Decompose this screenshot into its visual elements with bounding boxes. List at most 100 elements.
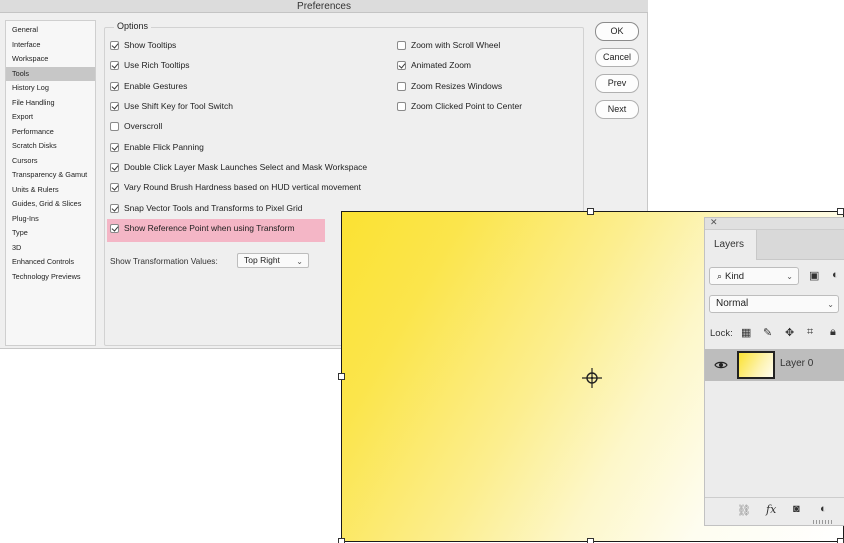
- option-vary-round-brush-hardness[interactable]: Vary Round Brush Hardness based on HUD v…: [110, 180, 361, 194]
- nav-item-tools[interactable]: Tools: [6, 66, 95, 81]
- checkbox-unchecked-icon[interactable]: [397, 40, 406, 50]
- option-double-click-layer-mask[interactable]: Double Click Layer Mask Launches Select …: [110, 160, 367, 174]
- panel-header: ✕: [705, 217, 844, 230]
- checkbox-unchecked-icon[interactable]: [397, 101, 406, 111]
- search-icon: ⌕: [717, 271, 723, 281]
- adjustment-filter-icon[interactable]: ◐: [832, 269, 839, 281]
- blend-mode-select[interactable]: Normal ⌄: [709, 295, 839, 313]
- filter-kind-select[interactable]: ⌕ Kind ⌄: [709, 267, 799, 285]
- nav-item-scratch-disks[interactable]: Scratch Disks: [6, 139, 95, 154]
- fx-icon[interactable]: fx: [766, 503, 776, 516]
- layer-thumbnail: [737, 351, 775, 379]
- option-show-reference-point[interactable]: Show Reference Point when using Transfor…: [110, 221, 295, 235]
- lock-all-icon[interactable]: 🔒︎: [830, 326, 836, 339]
- option-zoom-scroll-wheel[interactable]: Zoom with Scroll Wheel: [397, 38, 500, 52]
- preferences-nav: General Interface Workspace Tools Histor…: [5, 20, 96, 346]
- nav-item-enhanced-controls[interactable]: Enhanced Controls: [6, 255, 95, 270]
- lock-label: Lock:: [710, 328, 733, 339]
- checkbox-checked-icon[interactable]: [110, 162, 119, 172]
- layer-name[interactable]: Layer 0: [780, 358, 813, 369]
- checkbox-checked-icon[interactable]: [110, 101, 119, 111]
- transform-handle-bottom-left[interactable]: [338, 538, 345, 543]
- option-show-tooltips[interactable]: Show Tooltips: [110, 38, 176, 52]
- lock-transparent-pixels-icon[interactable]: ▦: [741, 326, 751, 339]
- option-label: Snap Vector Tools and Transforms to Pixe…: [124, 203, 303, 213]
- nav-item-type[interactable]: Type: [6, 226, 95, 241]
- nav-item-workspace[interactable]: Workspace: [6, 52, 95, 67]
- nav-item-history-log[interactable]: History Log: [6, 81, 95, 96]
- next-button[interactable]: Next: [595, 100, 639, 119]
- option-label: Zoom Clicked Point to Center: [411, 101, 523, 111]
- dialog-title: Preferences: [0, 0, 648, 13]
- cancel-button[interactable]: Cancel: [595, 48, 639, 67]
- option-label: Zoom with Scroll Wheel: [411, 40, 501, 50]
- link-layers-icon[interactable]: ⛓︎: [737, 504, 751, 517]
- checkbox-unchecked-icon[interactable]: [110, 121, 119, 131]
- nav-item-plug-ins[interactable]: Plug-Ins: [6, 212, 95, 227]
- transform-values-select[interactable]: Top Right ⌄: [237, 253, 309, 268]
- nav-item-file-handling[interactable]: File Handling: [6, 96, 95, 111]
- checkbox-checked-icon[interactable]: [110, 223, 119, 233]
- checkbox-checked-icon[interactable]: [397, 60, 406, 70]
- image-filter-icon[interactable]: ▣: [809, 269, 819, 282]
- option-enable-gestures[interactable]: Enable Gestures: [110, 79, 187, 93]
- transform-handle-top[interactable]: [587, 208, 594, 215]
- option-shift-key-tool-switch[interactable]: Use Shift Key for Tool Switch: [110, 99, 233, 113]
- option-label: Use Rich Tooltips: [124, 60, 190, 70]
- checkbox-checked-icon[interactable]: [110, 203, 119, 213]
- visibility-eye-icon[interactable]: [714, 358, 728, 372]
- nav-item-units-rulers[interactable]: Units & Rulers: [6, 183, 95, 198]
- option-label: Enable Gestures: [124, 81, 188, 91]
- lock-position-icon[interactable]: ✥: [785, 326, 794, 339]
- nav-item-general[interactable]: General: [6, 23, 95, 38]
- lock-artboard-icon[interactable]: ⌗: [807, 326, 813, 339]
- close-icon[interactable]: ✕: [710, 217, 718, 228]
- nav-item-transparency-gamut[interactable]: Transparency & Gamut: [6, 168, 95, 183]
- nav-item-guides-grid-slices[interactable]: Guides, Grid & Slices: [6, 197, 95, 212]
- option-label: Zoom Resizes Windows: [411, 81, 503, 91]
- option-label: Vary Round Brush Hardness based on HUD v…: [124, 182, 362, 192]
- checkbox-checked-icon[interactable]: [110, 81, 119, 91]
- nav-item-3d[interactable]: 3D: [6, 241, 95, 256]
- transform-handle-top-right[interactable]: [837, 208, 844, 215]
- nav-item-interface[interactable]: Interface: [6, 38, 95, 53]
- transform-handle-left[interactable]: [338, 373, 345, 380]
- chevron-down-icon: ⌄: [296, 257, 303, 266]
- option-zoom-resizes-windows[interactable]: Zoom Resizes Windows: [397, 79, 502, 93]
- prev-button[interactable]: Prev: [595, 74, 639, 93]
- checkbox-checked-icon[interactable]: [110, 60, 119, 70]
- option-enable-flick-panning[interactable]: Enable Flick Panning: [110, 140, 204, 154]
- checkbox-checked-icon[interactable]: [110, 182, 119, 192]
- layer-row[interactable]: Layer 0: [705, 349, 844, 381]
- reference-point-icon[interactable]: [582, 368, 602, 388]
- nav-item-export[interactable]: Export: [6, 110, 95, 125]
- option-label: Enable Flick Panning: [124, 142, 204, 152]
- chevron-down-icon: ⌄: [827, 300, 834, 309]
- nav-item-performance[interactable]: Performance: [6, 125, 95, 140]
- option-label: Double Click Layer Mask Launches Select …: [124, 162, 368, 172]
- tab-layers[interactable]: Layers: [705, 230, 757, 260]
- lock-image-pixels-icon[interactable]: ✎: [763, 326, 772, 339]
- option-overscroll[interactable]: Overscroll: [110, 119, 162, 133]
- option-label: Overscroll: [124, 121, 163, 131]
- transform-handle-bottom[interactable]: [587, 538, 594, 543]
- transform-values-value: Top Right: [244, 255, 280, 265]
- checkbox-checked-icon[interactable]: [110, 40, 119, 50]
- screen: Preferences General Interface Workspace …: [0, 0, 844, 543]
- option-animated-zoom[interactable]: Animated Zoom: [397, 58, 471, 72]
- option-snap-vector-tools[interactable]: Snap Vector Tools and Transforms to Pixe…: [110, 201, 302, 215]
- option-label: Show Tooltips: [124, 40, 177, 50]
- chevron-down-icon: ⌄: [786, 272, 793, 281]
- checkbox-checked-icon[interactable]: [110, 142, 119, 152]
- add-mask-icon[interactable]: ◙: [793, 503, 800, 515]
- option-use-rich-tooltips[interactable]: Use Rich Tooltips: [110, 58, 190, 72]
- layers-panel: ✕ Layers ⌕ Kind ⌄ ▣ ◐ Normal ⌄ Lock: ▦ ✎ …: [704, 217, 844, 526]
- transform-handle-bottom-right[interactable]: [837, 538, 844, 543]
- nav-item-technology-previews[interactable]: Technology Previews: [6, 270, 95, 285]
- checkbox-unchecked-icon[interactable]: [397, 81, 406, 91]
- ok-button[interactable]: OK: [595, 22, 639, 41]
- resize-grip[interactable]: [813, 520, 833, 524]
- nav-item-cursors[interactable]: Cursors: [6, 154, 95, 169]
- new-adjustment-layer-icon[interactable]: ◐: [820, 503, 827, 515]
- option-zoom-clicked-point[interactable]: Zoom Clicked Point to Center: [397, 99, 522, 113]
